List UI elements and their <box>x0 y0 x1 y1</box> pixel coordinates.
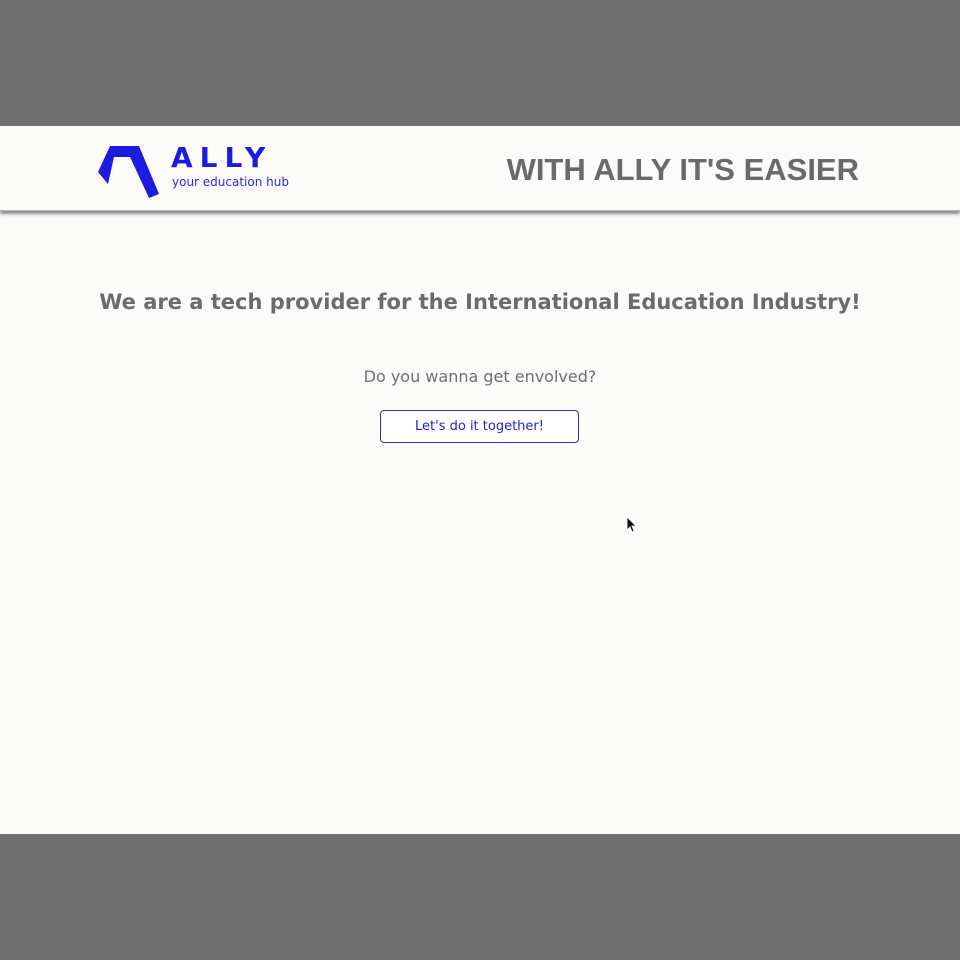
ally-logo[interactable]: ALLY your education hub <box>98 141 308 199</box>
site-header: ALLY your education hub WITH ALLY IT'S E… <box>0 126 960 211</box>
logo-name: ALLY <box>171 141 273 174</box>
hero-question: Do you wanna get envolved? <box>363 367 597 386</box>
get-involved-button[interactable]: Let's do it together! <box>380 410 579 443</box>
page-viewport: ALLY your education hub WITH ALLY IT'S E… <box>0 126 960 834</box>
ally-logo-mark-icon <box>98 146 159 198</box>
logo-tagline: your education hub <box>172 175 289 189</box>
header-slogan: WITH ALLY IT'S EASIER <box>506 152 859 187</box>
hero-headline: We are a tech provider for the Internati… <box>99 290 861 314</box>
mouse-cursor-icon <box>626 516 637 533</box>
